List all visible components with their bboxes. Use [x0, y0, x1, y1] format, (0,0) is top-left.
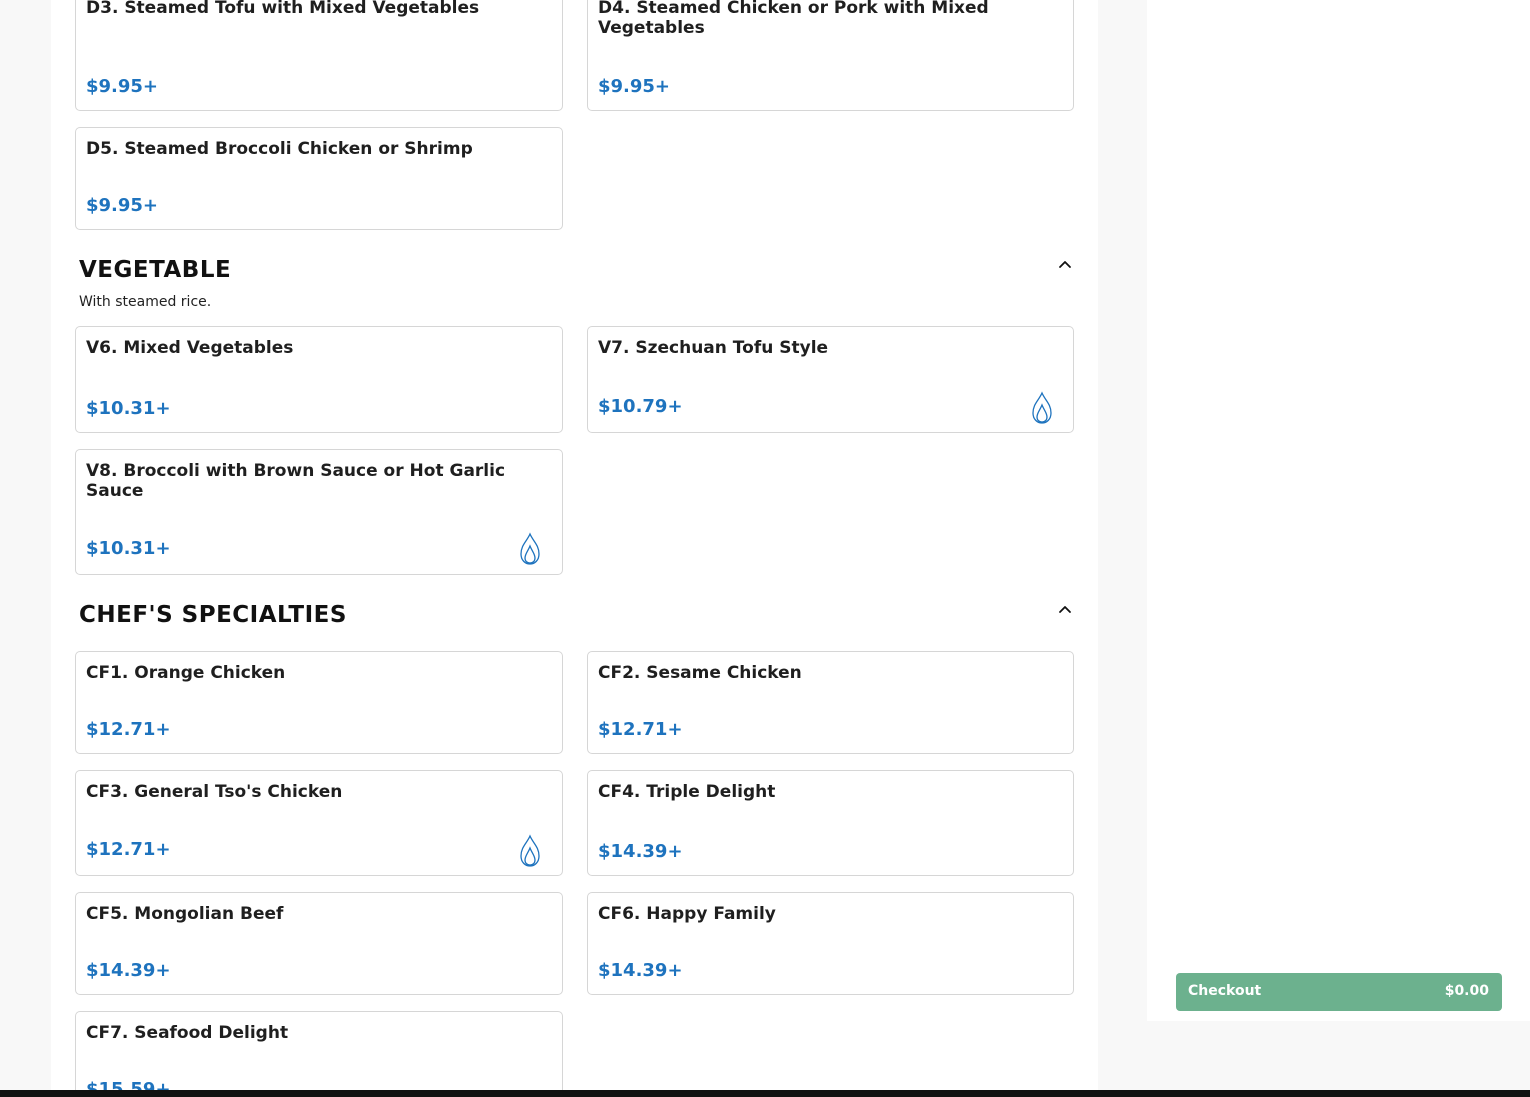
menu-item-price: $12.71+: [86, 839, 171, 860]
flame-icon: [1032, 391, 1052, 424]
menu-item-card[interactable]: V7. Szechuan Tofu Style $10.79+: [587, 326, 1074, 433]
menu-item-name: CF3. General Tso's Chicken: [86, 782, 343, 802]
menu-item-price: $14.39+: [598, 960, 683, 981]
menu-item-name: CF6. Happy Family: [598, 904, 776, 924]
menu-item-price: $10.79+: [598, 396, 683, 417]
menu-item-card[interactable]: CF5. Mongolian Beef $14.39+: [75, 892, 563, 995]
menu-item-name: V8. Broccoli with Brown Sauce or Hot Gar…: [86, 461, 506, 501]
menu-item-price: $12.71+: [598, 719, 683, 740]
checkout-label: Checkout: [1188, 983, 1262, 999]
menu-item-name: CF5. Mongolian Beef: [86, 904, 284, 924]
section-title-vegetable: VEGETABLE: [79, 257, 232, 283]
menu-item-card[interactable]: D3. Steamed Tofu with Mixed Vegetables $…: [75, 0, 563, 111]
menu-item-card[interactable]: D4. Steamed Chicken or Pork with Mixed V…: [587, 0, 1074, 111]
menu-item-card[interactable]: CF2. Sesame Chicken $12.71+: [587, 651, 1074, 754]
menu-item-card[interactable]: D5. Steamed Broccoli Chicken or Shrimp $…: [75, 127, 563, 230]
page-gap: [1098, 0, 1147, 1097]
menu-item-name: CF2. Sesame Chicken: [598, 663, 802, 683]
menu-item-name: CF4. Triple Delight: [598, 782, 776, 802]
menu-item-name: CF1. Orange Chicken: [86, 663, 286, 683]
menu-item-price: $10.31+: [86, 398, 171, 419]
menu-item-card[interactable]: CF3. General Tso's Chicken $12.71+: [75, 770, 563, 876]
section-title-chefs-specialties: CHEF'S SPECIALTIES: [79, 602, 347, 628]
flame-icon: [520, 532, 540, 565]
menu-item-price: $9.95+: [598, 76, 671, 97]
menu-item-card[interactable]: CF6. Happy Family $14.39+: [587, 892, 1074, 995]
chevron-up-icon[interactable]: [1057, 603, 1073, 615]
menu-item-price: $10.31+: [86, 538, 171, 559]
cart-total: $0.00: [1444, 983, 1489, 999]
menu-panel: D3. Steamed Tofu with Mixed Vegetables $…: [51, 0, 1098, 1097]
cart-panel: Checkout $0.00: [1147, 0, 1530, 1021]
menu-item-card[interactable]: CF1. Orange Chicken $12.71+: [75, 651, 563, 754]
bottom-bar: [0, 1090, 1530, 1097]
menu-item-name: V7. Szechuan Tofu Style: [598, 338, 829, 358]
menu-item-name: D3. Steamed Tofu with Mixed Vegetables: [86, 0, 480, 18]
section-description: With steamed rice.: [79, 294, 212, 310]
menu-item-price: $14.39+: [598, 841, 683, 862]
menu-item-price: $9.95+: [86, 76, 159, 97]
page-margin-left: [0, 0, 51, 1097]
checkout-button[interactable]: Checkout $0.00: [1176, 973, 1502, 1011]
chevron-up-icon[interactable]: [1057, 258, 1073, 270]
menu-item-name: V6. Mixed Vegetables: [86, 338, 294, 358]
menu-item-name: D4. Steamed Chicken or Pork with Mixed V…: [598, 0, 989, 38]
menu-item-card[interactable]: CF4. Triple Delight $14.39+: [587, 770, 1074, 876]
menu-item-card[interactable]: V6. Mixed Vegetables $10.31+: [75, 326, 563, 433]
menu-item-price: $9.95+: [86, 195, 159, 216]
menu-item-price: $12.71+: [86, 719, 171, 740]
menu-item-card[interactable]: CF7. Seafood Delight $15.59+: [75, 1011, 563, 1097]
menu-item-name: CF7. Seafood Delight: [86, 1023, 289, 1043]
menu-item-price: $14.39+: [86, 960, 171, 981]
menu-item-card[interactable]: V8. Broccoli with Brown Sauce or Hot Gar…: [75, 449, 563, 575]
menu-item-name: D5. Steamed Broccoli Chicken or Shrimp: [86, 139, 473, 159]
flame-icon: [520, 834, 540, 867]
